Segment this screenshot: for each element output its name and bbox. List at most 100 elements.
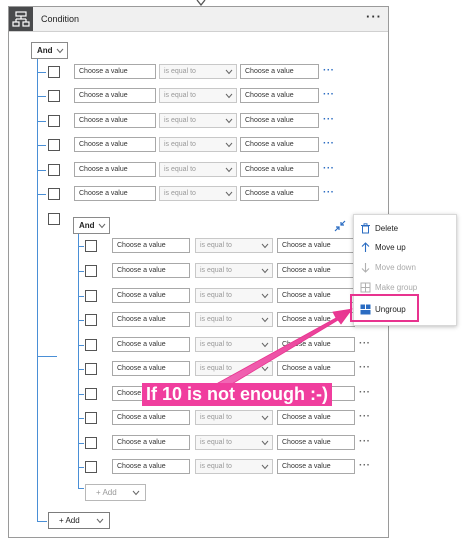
inner-row-value1-input[interactable]: Choose a value: [112, 238, 190, 253]
inner-row-checkbox[interactable]: [85, 461, 97, 473]
inner-row-checkbox[interactable]: [85, 339, 97, 351]
outer-row-value1-input[interactable]: Choose a value: [74, 137, 156, 152]
chevron-down-icon: [261, 293, 269, 301]
outer-row-value2-input[interactable]: Choose a value: [240, 64, 319, 79]
outer-row-value1-input[interactable]: Choose a value: [74, 64, 156, 79]
inner-row-value2-input[interactable]: Choose a value: [277, 263, 355, 278]
inner-row-value2-input[interactable]: Choose a value: [277, 288, 355, 303]
outer-tree-branch: [37, 356, 57, 357]
outer-row-checkbox[interactable]: [48, 164, 60, 176]
outer-row-operator-dropdown[interactable]: is equal to: [159, 162, 237, 177]
inner-row-checkbox[interactable]: [85, 265, 97, 277]
inner-row-checkbox[interactable]: [85, 314, 97, 326]
ungroup-highlight-box: [350, 294, 419, 322]
outer-row-value1-input[interactable]: Choose a value: [74, 88, 156, 103]
inner-row-value1-input[interactable]: Choose a value: [112, 312, 190, 327]
menu-item-delete[interactable]: Delete: [354, 220, 456, 238]
outer-row-checkbox[interactable]: [48, 90, 60, 102]
inner-tree-branch: [78, 296, 84, 297]
outer-row-more-menu[interactable]: ···: [323, 163, 335, 174]
inner-add-button[interactable]: + Add: [85, 484, 146, 501]
card-more-menu[interactable]: ···: [366, 9, 382, 24]
inner-tree-branch: [78, 271, 84, 272]
chevron-down-icon: [98, 222, 106, 231]
outer-row-operator-dropdown[interactable]: is equal to: [159, 113, 237, 128]
outer-row-more-menu[interactable]: ···: [323, 114, 335, 125]
outer-row-value2-input[interactable]: Choose a value: [240, 88, 319, 103]
inner-row-value1-input[interactable]: Choose a value: [112, 288, 190, 303]
outer-row-more-menu[interactable]: ···: [323, 89, 335, 100]
inner-row-value1-input[interactable]: Choose a value: [112, 337, 190, 352]
chevron-down-icon: [261, 440, 269, 448]
inner-row-value2-input[interactable]: Choose a value: [277, 361, 355, 376]
outer-row-operator-dropdown[interactable]: is equal to: [159, 137, 237, 152]
inner-row-value2-input[interactable]: Choose a value: [277, 337, 355, 352]
outer-tree-line: [37, 59, 38, 521]
inner-row-operator-dropdown[interactable]: is equal to: [195, 263, 273, 278]
outer-row-checkbox[interactable]: [48, 66, 60, 78]
outer-row-value2-input[interactable]: Choose a value: [240, 186, 319, 201]
inner-row-value2-input[interactable]: Choose a value: [277, 312, 355, 327]
collapse-group-icon[interactable]: [334, 220, 346, 232]
inner-row-value2-input[interactable]: Choose a value: [277, 238, 355, 253]
outer-row-more-menu[interactable]: ···: [323, 65, 335, 76]
condition-header[interactable]: Condition ···: [9, 7, 388, 32]
inner-tree-branch: [78, 369, 84, 370]
menu-item-move-down[interactable]: Move down: [354, 259, 456, 277]
outer-and-dropdown[interactable]: And: [31, 42, 68, 59]
inner-row-checkbox[interactable]: [85, 412, 97, 424]
inner-row-operator-dropdown[interactable]: is equal to: [195, 288, 273, 303]
inner-row-operator-dropdown[interactable]: is equal to: [195, 459, 273, 474]
outer-row-checkbox[interactable]: [48, 115, 60, 127]
inner-row-value2-input[interactable]: Choose a value: [277, 459, 355, 474]
outer-row-value1-input[interactable]: Choose a value: [74, 113, 156, 128]
operator-label: is equal to: [200, 439, 232, 446]
outer-row-checkbox[interactable]: [48, 139, 60, 151]
inner-row-more-menu[interactable]: ···: [359, 411, 371, 422]
chevron-down-icon: [225, 118, 233, 126]
outer-row-value2-input[interactable]: Choose a value: [240, 162, 319, 177]
inner-row-checkbox[interactable]: [85, 388, 97, 400]
inner-row-operator-dropdown[interactable]: is equal to: [195, 238, 273, 253]
outer-row-operator-dropdown[interactable]: is equal to: [159, 88, 237, 103]
menu-item-move-up[interactable]: Move up: [354, 239, 456, 257]
inner-row-value1-input[interactable]: Choose a value: [112, 410, 190, 425]
inner-row-more-menu[interactable]: ···: [359, 338, 371, 349]
inner-row-more-menu[interactable]: ···: [359, 362, 371, 373]
inner-row-operator-dropdown[interactable]: is equal to: [195, 312, 273, 327]
outer-row-checkbox[interactable]: [48, 188, 60, 200]
outer-row-value1-input[interactable]: Choose a value: [74, 186, 156, 201]
inner-row-checkbox[interactable]: [85, 240, 97, 252]
add-label: + Add: [59, 516, 80, 525]
trash-icon: [361, 223, 370, 234]
outer-row-value2-input[interactable]: Choose a value: [240, 113, 319, 128]
inner-row-more-menu[interactable]: ···: [359, 387, 371, 398]
outer-row-value1-input[interactable]: Choose a value: [74, 162, 156, 177]
inner-row-value1-input[interactable]: Choose a value: [112, 263, 190, 278]
outer-row-more-menu[interactable]: ···: [323, 187, 335, 198]
outer-row-operator-dropdown[interactable]: is equal to: [159, 186, 237, 201]
outer-row-value2-input[interactable]: Choose a value: [240, 137, 319, 152]
inner-row-value1-input[interactable]: Choose a value: [112, 459, 190, 474]
outer-add-button[interactable]: + Add: [48, 512, 110, 529]
group-checkbox[interactable]: [48, 213, 60, 225]
menu-item-label: Move down: [375, 263, 416, 272]
inner-row-operator-dropdown[interactable]: is equal to: [195, 410, 273, 425]
outer-row-more-menu[interactable]: ···: [323, 138, 335, 149]
outer-row-operator-dropdown[interactable]: is equal to: [159, 64, 237, 79]
inner-row-value2-input[interactable]: Choose a value: [277, 410, 355, 425]
inner-row-operator-dropdown[interactable]: is equal to: [195, 337, 273, 352]
inner-and-dropdown[interactable]: And: [73, 217, 110, 234]
condition-icon: [9, 7, 33, 31]
inner-row-checkbox[interactable]: [85, 363, 97, 375]
inner-row-value1-input[interactable]: Choose a value: [112, 361, 190, 376]
inner-row-operator-dropdown[interactable]: is equal to: [195, 361, 273, 376]
inner-row-more-menu[interactable]: ···: [359, 460, 371, 471]
outer-tree-branch: [37, 145, 46, 146]
inner-row-more-menu[interactable]: ···: [359, 436, 371, 447]
inner-row-value1-input[interactable]: Choose a value: [112, 435, 190, 450]
inner-row-value2-input[interactable]: Choose a value: [277, 435, 355, 450]
inner-row-checkbox[interactable]: [85, 437, 97, 449]
inner-row-checkbox[interactable]: [85, 290, 97, 302]
inner-row-operator-dropdown[interactable]: is equal to: [195, 435, 273, 450]
